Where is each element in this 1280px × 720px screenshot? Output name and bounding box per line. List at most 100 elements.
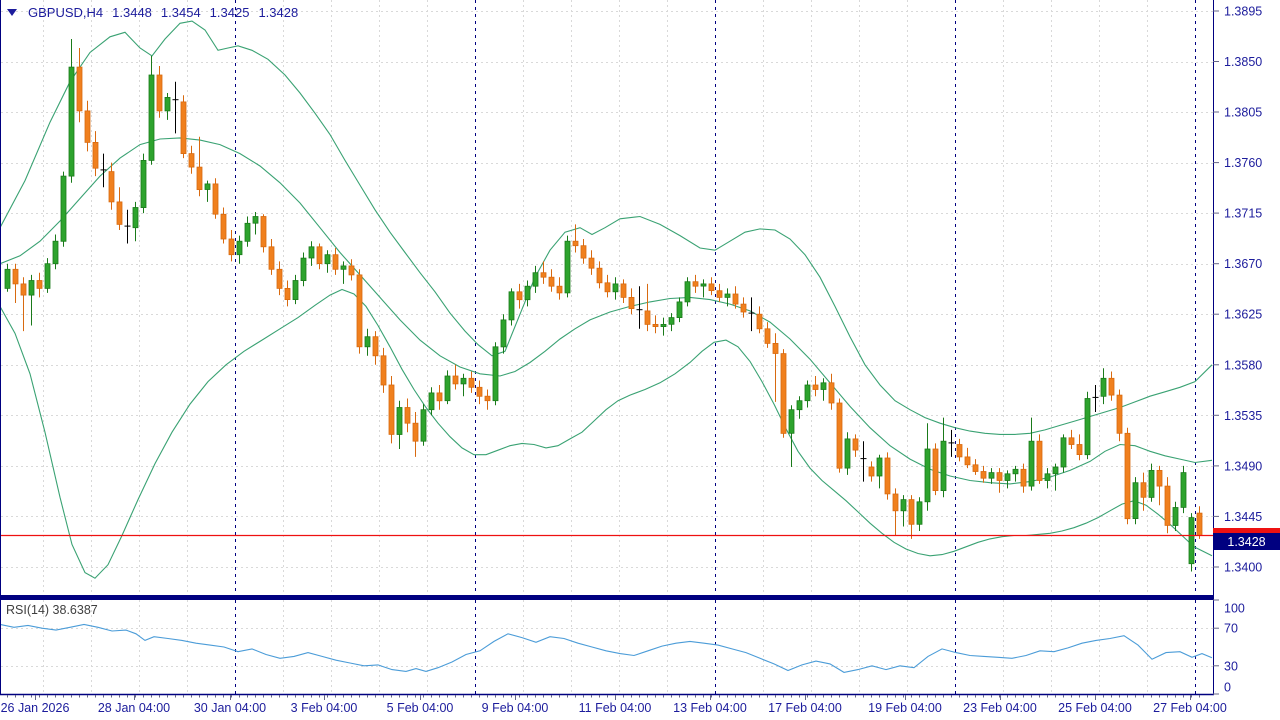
chart-window: 1.38951.38501.38051.37601.37151.36701.36… — [0, 0, 1280, 720]
candle-body — [181, 102, 186, 154]
candle-body — [93, 142, 98, 168]
candle-body — [325, 255, 330, 264]
candle-body — [1037, 441, 1042, 480]
candle-body — [1157, 470, 1162, 486]
candle-body — [53, 241, 58, 264]
candle-body — [605, 283, 610, 292]
candle-body — [1173, 508, 1178, 526]
candle-body — [717, 291, 722, 298]
ohlc-low: 1.3425 — [210, 5, 250, 20]
price-axis-label: 1.3580 — [1224, 358, 1262, 372]
candle-body — [1045, 474, 1050, 481]
candle-body — [917, 502, 922, 525]
price-axis-label: 1.3490 — [1224, 459, 1262, 473]
candle-body — [669, 318, 674, 325]
candles-layer — [5, 39, 1202, 572]
time-axis-label: 9 Feb 04:00 — [482, 701, 549, 715]
candle-body — [5, 269, 10, 288]
time-axis-label: 30 Jan 04:00 — [194, 701, 266, 715]
bollinger-middle-band — [0, 138, 1212, 484]
candle-body — [269, 247, 274, 269]
candle-body — [197, 167, 202, 190]
candle-body — [453, 376, 458, 384]
candle-body — [37, 281, 42, 289]
time-axis-label: 17 Feb 04:00 — [768, 701, 842, 715]
ohlc-high: 1.3454 — [161, 5, 201, 20]
candle-body — [613, 284, 618, 292]
ohlc-close: 1.3428 — [258, 5, 298, 20]
time-axis-label: 26 Jan 2026 — [1, 701, 70, 715]
candle-body — [141, 160, 146, 207]
time-axis-label: 23 Feb 04:00 — [963, 701, 1037, 715]
candle-body — [61, 176, 66, 241]
candle-body — [285, 288, 290, 299]
candle-body — [109, 172, 114, 202]
candle-body — [1061, 438, 1066, 467]
time-axis-label: 11 Feb 04:00 — [579, 701, 652, 715]
candle-body — [341, 266, 346, 269]
candle-body — [869, 467, 874, 476]
candle-body — [933, 449, 938, 491]
candle-body — [477, 387, 482, 396]
candle-body — [845, 439, 850, 468]
candle-body — [773, 343, 778, 353]
candle-body — [725, 294, 730, 297]
candle-body — [1085, 399, 1090, 455]
time-axis-label: 19 Feb 04:00 — [868, 701, 942, 715]
candle-body — [373, 337, 378, 356]
panel-separator — [0, 595, 1213, 600]
candle-body — [77, 67, 82, 111]
candle-body — [13, 269, 18, 284]
candle-body — [69, 67, 74, 176]
candle-body — [941, 441, 946, 490]
candle-body — [237, 241, 242, 255]
candle-body — [1189, 518, 1194, 564]
candle-body — [573, 241, 578, 246]
candle-body — [1013, 469, 1018, 474]
candle-body — [757, 314, 762, 329]
symbol-dropdown-icon[interactable] — [7, 9, 17, 16]
time-axis-label: 5 Feb 04:00 — [387, 701, 454, 715]
candle-body — [541, 273, 546, 278]
candle-body — [733, 294, 738, 304]
candle-body — [1141, 483, 1146, 498]
candle-body — [853, 439, 858, 450]
candle-body — [333, 255, 338, 270]
candle-body — [581, 246, 586, 258]
bollinger-lower-band — [0, 290, 1212, 579]
rsi-scale-label: 100 — [1224, 602, 1245, 616]
time-axis-label: 25 Feb 04:00 — [1058, 701, 1132, 715]
candle-body — [253, 217, 258, 224]
price-axis-label: 1.3670 — [1224, 257, 1262, 271]
candle-body — [701, 284, 706, 286]
candle-body — [797, 401, 802, 410]
candle-body — [293, 281, 298, 300]
candle-body — [1197, 513, 1202, 536]
candle-body — [709, 284, 714, 291]
candle-body — [645, 311, 650, 325]
price-axis-label: 1.3715 — [1224, 207, 1262, 221]
candle-body — [437, 393, 442, 401]
candle-body — [997, 473, 1002, 481]
price-axis-label: 1.3535 — [1224, 409, 1262, 423]
candle-body — [317, 247, 322, 264]
candle-body — [565, 241, 570, 293]
candle-body — [685, 282, 690, 302]
rsi-indicator-layer — [0, 624, 1212, 672]
candle-body — [301, 258, 306, 281]
candle-body — [677, 302, 682, 318]
candle-body — [813, 385, 818, 390]
candle-body — [517, 292, 522, 300]
candle-body — [117, 202, 122, 225]
candle-body — [653, 324, 658, 326]
candle-body — [357, 275, 362, 347]
candle-body — [1181, 473, 1186, 508]
candle-body — [829, 383, 834, 403]
time-axis-label: 28 Jan 04:00 — [98, 701, 170, 715]
candle-body — [493, 347, 498, 401]
price-axis-label: 1.3400 — [1224, 561, 1262, 575]
candle-body — [349, 266, 354, 275]
candle-body — [461, 378, 466, 384]
candle-body — [837, 403, 842, 468]
price-chart-canvas[interactable]: 1.38951.38501.38051.37601.37151.36701.36… — [0, 0, 1280, 720]
